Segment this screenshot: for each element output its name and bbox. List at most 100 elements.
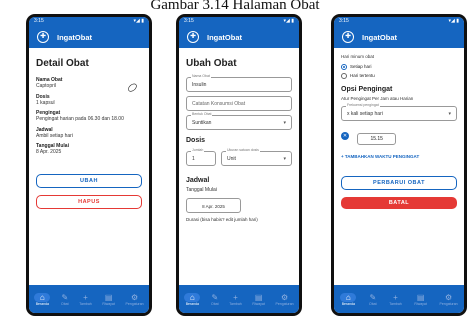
- history-icon: ▤: [104, 292, 113, 302]
- delete-button[interactable]: HAPUS: [36, 194, 142, 209]
- nav-label: Tambah: [229, 301, 242, 306]
- chevron-down-icon: ▾: [283, 120, 286, 126]
- chevron-down-icon: ▾: [448, 111, 451, 117]
- nav-item-obat[interactable]: ✎ Obat: [211, 293, 219, 306]
- history-icon: ▤: [254, 292, 263, 302]
- app-logo-icon: ✚: [37, 31, 49, 43]
- nav-label: Riwayat: [414, 301, 427, 306]
- update-medicine-button[interactable]: PERBARUI OBAT: [341, 176, 457, 190]
- pill-nav-icon: ✎: [211, 292, 219, 302]
- field-label: Jumlah: [191, 148, 205, 153]
- app-bar: ✚ IngatObat: [179, 26, 299, 48]
- status-time: 3:15: [339, 18, 349, 24]
- history-icon: ▤: [416, 292, 425, 302]
- unit-select[interactable]: Ukuran satuan dosis Unit ▾: [221, 148, 292, 166]
- radio-label: Hari tertentu: [350, 73, 375, 78]
- app-bar: ✚ IngatObat: [334, 26, 464, 48]
- nav-item-obat[interactable]: ✎ Obat: [369, 293, 377, 306]
- radio-selected-icon: [341, 63, 347, 70]
- nav-label: Riwayat: [252, 301, 265, 306]
- home-icon: ⌂: [184, 292, 201, 302]
- nav-label: Pengaturan: [439, 301, 458, 306]
- app-title: IngatObat: [57, 32, 92, 42]
- field-value: Suntikan: [192, 120, 212, 126]
- page-title: Detail Obat: [36, 58, 89, 69]
- nav-item-pengaturan[interactable]: ⚙ Pengaturan: [276, 293, 294, 306]
- nav-item-pengaturan[interactable]: ⚙ Pengaturan: [126, 293, 144, 306]
- home-icon: ⌂: [340, 292, 357, 302]
- nav-label: Obat: [211, 301, 219, 306]
- nav-item-riwayat[interactable]: ▤ Riwayat: [102, 293, 114, 306]
- status-icons: ▾◢ ▮: [283, 18, 295, 24]
- nav-item-beranda[interactable]: ⌂ Beranda: [184, 292, 201, 306]
- plus-icon: +: [233, 292, 238, 302]
- start-date-label: Tanggal Mulai: [186, 187, 217, 193]
- phone-detail-obat: 3:15 ▾◢ ▮ ✚ IngatObat Detail Obat ⬭ Nama…: [26, 14, 152, 316]
- pill-nav-icon: ✎: [369, 292, 377, 302]
- field-value: 8 Apr. 2025: [202, 203, 225, 209]
- field-value: Unit: [227, 156, 236, 162]
- status-bar: 3:15 ▾◢ ▮: [179, 17, 299, 26]
- field-value: Pengingat harian pada 06.30 dan 18.00: [36, 116, 124, 122]
- nav-label: Pengaturan: [125, 301, 144, 306]
- field-value: 1: [192, 156, 195, 162]
- reminder-question: Atur Pengingat Per Jam atau Harian: [341, 95, 414, 101]
- amount-input[interactable]: Jumlah 1: [186, 148, 216, 166]
- nav-item-pengaturan[interactable]: ⚙ Pengaturan: [440, 293, 458, 306]
- nav-label: Pengaturan: [275, 301, 294, 306]
- add-reminder-time-link[interactable]: + TAMBAHKAN WAKTU PENGINGAT: [341, 154, 457, 159]
- nav-item-tambah[interactable]: + Tambah: [229, 293, 241, 306]
- nav-label: Obat: [369, 301, 377, 306]
- pill-nav-icon: ✎: [61, 292, 69, 302]
- reminder-time-input[interactable]: 15.15: [357, 133, 396, 145]
- field-value: 1 kapsul: [36, 99, 55, 106]
- section-title: Jadwal: [186, 177, 210, 184]
- notes-input[interactable]: Catatan Konsumsi Obat: [186, 96, 292, 111]
- remove-time-icon[interactable]: ✕: [341, 131, 349, 140]
- form-select[interactable]: Bentuk Obat Suntikan ▾: [186, 112, 292, 130]
- gear-icon: ⚙: [130, 292, 139, 302]
- nav-item-riwayat[interactable]: ▤ Riwayat: [252, 293, 264, 306]
- app-logo-icon: ✚: [187, 31, 199, 43]
- start-date-input[interactable]: 8 Apr. 2025: [186, 197, 241, 213]
- nav-item-beranda[interactable]: ⌂ Beranda: [34, 292, 51, 306]
- phone-ubah-obat-lanjutan: 3:15 ▾◢ ▮ ✚ IngatObat Hari minum obat Se…: [331, 14, 467, 316]
- medicine-name-input[interactable]: Nama Obat Insulin: [186, 74, 292, 92]
- section-title: Opsi Pengingat: [341, 85, 393, 93]
- page-title: Ubah Obat: [186, 58, 237, 69]
- bottom-nav: ⌂ Beranda ✎ Obat + Tambah ▤ Riwayat ⚙ Pengatu…: [179, 285, 299, 313]
- frequency-select[interactable]: Frekuensi pengingat x kali setiap hari ▾: [341, 103, 457, 121]
- nav-label: Tambah: [79, 301, 92, 306]
- field-value: x kali setiap hari: [347, 111, 383, 117]
- nav-label: Tambah: [389, 301, 402, 306]
- app-title: IngatObat: [362, 32, 397, 42]
- status-bar: 3:15 ▾◢ ▮: [334, 17, 464, 26]
- chevron-down-icon: ▾: [283, 156, 286, 162]
- nav-label: Beranda: [341, 301, 355, 306]
- radio-unselected-icon: [341, 72, 347, 79]
- nav-item-tambah[interactable]: + Tambah: [389, 293, 401, 306]
- radio-every-day[interactable]: Setiap hari: [341, 63, 457, 70]
- bottom-nav: ⌂ Beranda ✎ Obat + Tambah ▤ Riwayat ⚙ Pengatu…: [334, 285, 464, 313]
- nav-item-riwayat[interactable]: ▤ Riwayat: [414, 293, 426, 306]
- field-value: Insulin: [192, 82, 207, 88]
- nav-item-tambah[interactable]: + Tambah: [79, 293, 91, 306]
- status-time: 3:15: [184, 18, 194, 24]
- status-icons: ▾◢ ▮: [133, 18, 145, 24]
- nav-item-beranda[interactable]: ⌂ Beranda: [340, 292, 357, 306]
- nav-item-obat[interactable]: ✎ Obat: [61, 293, 69, 306]
- bottom-nav: ⌂ Beranda ✎ Obat + Tambah ▤ Riwayat ⚙ Pengatu…: [29, 285, 149, 313]
- cancel-button[interactable]: BATAL: [341, 197, 457, 209]
- field-label: Nama Obat: [191, 74, 211, 79]
- radio-label: Setiap hari: [350, 64, 372, 69]
- section-title: Dosis: [186, 137, 206, 144]
- radio-certain-days[interactable]: Hari tertentu: [341, 72, 457, 79]
- edit-button[interactable]: UBAH: [36, 173, 142, 188]
- field-label: Ukuran satuan dosis: [226, 148, 260, 153]
- app-title: IngatObat: [207, 32, 242, 42]
- days-question: Hari minum obat: [341, 54, 375, 59]
- app-logo-icon: ✚: [342, 31, 354, 43]
- nav-label: Obat: [61, 301, 69, 306]
- gear-icon: ⚙: [280, 292, 289, 302]
- gear-icon: ⚙: [444, 292, 453, 302]
